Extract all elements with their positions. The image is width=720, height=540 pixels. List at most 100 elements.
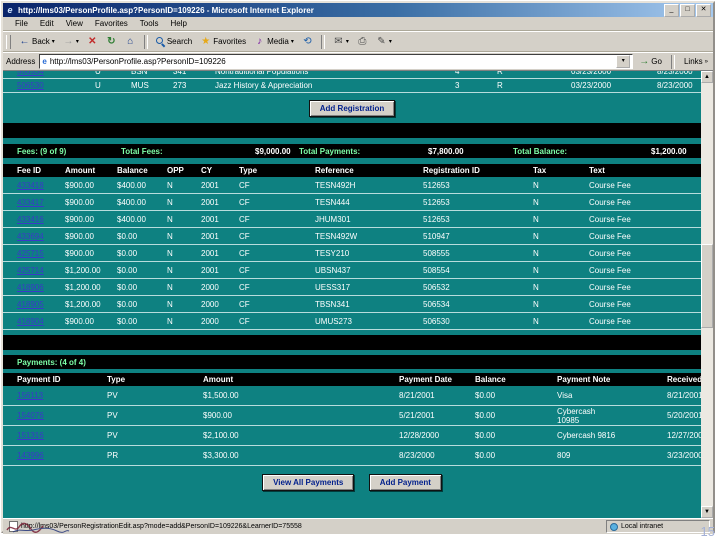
menu-item[interactable]: Edit <box>34 19 60 28</box>
payments-buttons-row: View All Payments Add Payment <box>3 472 701 491</box>
record-link[interactable]: 143996 <box>17 451 44 460</box>
cell: 512653 <box>421 177 531 194</box>
cell: N <box>165 295 199 313</box>
cell[interactable]: 418905 <box>3 295 63 313</box>
add-payment-button[interactable]: Add Payment <box>368 474 442 491</box>
scrollbar-thumb[interactable] <box>701 243 713 328</box>
status-text-panel: http://lms03/PersonRegistrationEdit.asp?… <box>6 521 603 532</box>
record-link[interactable]: 418906 <box>17 283 44 292</box>
cell: R <box>495 78 569 93</box>
record-link[interactable]: 433416 <box>17 215 44 224</box>
print-button[interactable]: ⎙ <box>354 35 371 48</box>
maximize-button[interactable]: □ <box>680 3 695 17</box>
record-link[interactable]: 425714 <box>17 266 44 275</box>
payments-summary-bar: Payments: (4 of 4) <box>3 355 701 369</box>
cell: N <box>165 278 199 296</box>
total-fees-label: Total Fees: <box>121 146 163 156</box>
mail-button[interactable]: ✉ ▾ <box>330 35 352 48</box>
cell[interactable]: 433418 <box>3 177 63 194</box>
cell[interactable]: 418904 <box>3 312 63 330</box>
cell: Course Fee <box>587 177 701 194</box>
record-link[interactable]: 151316 <box>17 431 44 440</box>
cell: 5/20/2001 <box>665 405 701 426</box>
cell: 4 <box>453 71 495 79</box>
section-divider <box>3 335 701 350</box>
minimize-button[interactable]: _ <box>664 3 679 17</box>
cell: N <box>531 295 587 313</box>
menu-item[interactable]: Tools <box>134 19 165 28</box>
record-link[interactable]: 433418 <box>17 181 44 190</box>
record-link[interactable]: 154076 <box>17 411 44 420</box>
scroll-down-icon[interactable]: ▼ <box>701 506 713 518</box>
vertical-scrollbar[interactable]: ▲ ▼ <box>701 71 713 518</box>
cell[interactable]: 418906 <box>3 278 63 296</box>
links-button[interactable]: Links » <box>682 57 710 66</box>
view-all-payments-button[interactable]: View All Payments <box>262 474 355 491</box>
cell: 8/21/2001 <box>397 386 473 406</box>
edit-button[interactable]: ✎ ▾ <box>373 35 395 48</box>
record-link[interactable]: 506530 <box>17 81 44 90</box>
close-button[interactable]: ✕ <box>696 3 711 17</box>
scroll-up-icon[interactable]: ▲ <box>701 71 713 83</box>
cell: CF <box>237 227 313 245</box>
cell[interactable]: 506530 <box>3 78 93 93</box>
record-link[interactable]: 418905 <box>17 300 44 309</box>
forward-button[interactable]: → ▾ <box>60 35 82 48</box>
cell[interactable]: 506534 <box>3 71 93 79</box>
fees-table: Fee ID Amount Balance OPP CY Type Reference Reg… <box>3 164 701 330</box>
cell[interactable]: 433694 <box>3 227 63 245</box>
record-link[interactable]: 433417 <box>17 198 44 207</box>
search-button[interactable]: Search <box>153 36 195 47</box>
scrollbar-track[interactable] <box>701 83 713 506</box>
total-balance-label: Total Balance: <box>513 146 568 156</box>
cell[interactable]: 433417 <box>3 193 63 211</box>
toolbar-grip[interactable] <box>6 34 11 49</box>
cell: $400.00 <box>115 177 165 194</box>
cell: $900.00 <box>63 210 115 228</box>
cell[interactable]: 154076 <box>3 405 105 426</box>
home-icon: ⌂ <box>127 36 134 47</box>
record-link[interactable]: 418904 <box>17 317 44 326</box>
cell: JHUM301 <box>313 210 421 228</box>
cell[interactable]: 156113 <box>3 386 105 406</box>
cell: CF <box>237 295 313 313</box>
menu-item[interactable]: File <box>9 19 34 28</box>
slide-page-number: 15 <box>700 524 715 539</box>
favorites-button[interactable]: ★ Favorites <box>197 35 249 48</box>
mail-icon: ✉ <box>334 36 343 47</box>
cell: BSN <box>129 71 171 79</box>
total-payments-value: $7,800.00 <box>428 146 464 156</box>
cell: 2001 <box>199 177 237 194</box>
cell[interactable]: 151316 <box>3 425 105 446</box>
refresh-button[interactable]: ↻ <box>103 35 120 48</box>
cell[interactable]: 425714 <box>3 261 63 279</box>
back-button[interactable]: ← Back ▾ <box>16 35 58 48</box>
stop-button[interactable]: ✕ <box>84 35 101 48</box>
menu-item[interactable]: View <box>60 19 89 28</box>
cell[interactable]: 433416 <box>3 210 63 228</box>
add-registration-row: Add Registration <box>3 98 701 117</box>
cell: 508555 <box>421 244 531 262</box>
cell: CF <box>237 177 313 194</box>
add-registration-button[interactable]: Add Registration <box>308 100 396 117</box>
media-button[interactable]: ♪ Media ▾ <box>251 35 297 48</box>
go-button[interactable]: → Go <box>637 56 664 67</box>
address-dropdown-button[interactable]: ▾ <box>616 55 631 68</box>
column-header: CY <box>199 164 237 177</box>
menu-bar: File Edit View Favorites Tools Help <box>3 17 713 31</box>
cell[interactable]: 143996 <box>3 445 105 466</box>
record-link[interactable]: 433694 <box>17 232 44 241</box>
home-button[interactable]: ⌂ <box>122 35 139 48</box>
cell: N <box>165 244 199 262</box>
column-header: Amount <box>63 164 115 177</box>
menu-item[interactable]: Help <box>164 19 192 28</box>
history-button[interactable]: ⟲ <box>299 35 316 48</box>
cell[interactable]: 425715 <box>3 244 63 262</box>
menu-item[interactable]: Favorites <box>89 19 134 28</box>
record-link[interactable]: 506534 <box>17 71 44 76</box>
record-link[interactable]: 156113 <box>17 391 43 400</box>
record-link[interactable]: 425715 <box>17 249 44 258</box>
address-input[interactable]: e http://lms03/PersonProfile.asp?PersonI… <box>39 54 634 69</box>
column-header: Type <box>237 164 313 177</box>
cell: Course Fee <box>587 244 701 262</box>
